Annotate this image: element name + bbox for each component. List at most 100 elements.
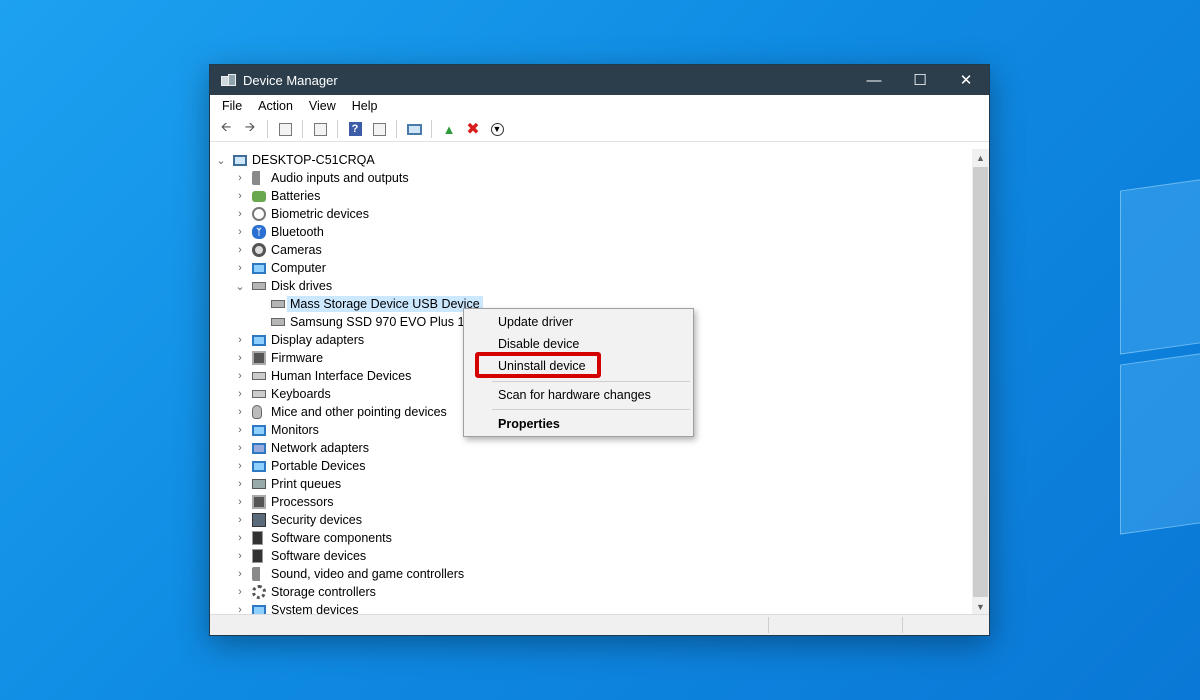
chevron-right-icon[interactable]: › xyxy=(234,568,246,580)
speaker-icon xyxy=(252,567,260,581)
close-button[interactable]: ✕ xyxy=(943,65,989,95)
tree-item[interactable]: › Security devices xyxy=(210,511,971,529)
tree-item[interactable]: › System devices xyxy=(210,601,971,615)
chevron-right-icon[interactable]: › xyxy=(234,442,246,454)
action-view-icon[interactable] xyxy=(369,119,389,139)
scroll-thumb[interactable] xyxy=(973,167,988,597)
chevron-right-icon[interactable]: › xyxy=(234,496,246,508)
tree-item[interactable]: › Software devices xyxy=(210,547,971,565)
chevron-right-icon[interactable]: › xyxy=(234,172,246,184)
tree-item-label: Sound, video and game controllers xyxy=(271,567,465,581)
maximize-button[interactable]: ☐ xyxy=(897,65,943,95)
update-driver-icon[interactable]: ▼ xyxy=(487,119,507,139)
tree-item[interactable]: › Processors xyxy=(210,493,971,511)
forward-arrow-icon[interactable]: 🡪 xyxy=(240,119,260,139)
chevron-right-icon[interactable]: › xyxy=(234,388,246,400)
tree-item[interactable]: › Cameras xyxy=(210,241,971,259)
chevron-right-icon[interactable]: › xyxy=(234,190,246,202)
chevron-right-icon[interactable]: › xyxy=(234,424,246,436)
tree-item-label: Print queues xyxy=(271,477,342,491)
context-menu-properties[interactable]: Properties xyxy=(498,414,560,434)
chevron-right-icon[interactable]: › xyxy=(234,550,246,562)
scan-hardware-icon[interactable] xyxy=(404,119,424,139)
scroll-down-icon[interactable]: ▼ xyxy=(972,598,989,615)
tree-item[interactable]: › Network adapters xyxy=(210,439,971,457)
chevron-right-icon[interactable]: › xyxy=(234,334,246,346)
chevron-down-icon[interactable]: ⌄ xyxy=(234,280,246,293)
hid-icon xyxy=(252,372,266,380)
chevron-right-icon[interactable]: › xyxy=(234,460,246,472)
title-bar[interactable]: Device Manager — ☐ ✕ xyxy=(210,65,989,95)
tree-item-disk-drives[interactable]: ⌄ Disk drives xyxy=(210,277,971,295)
chevron-right-icon[interactable]: › xyxy=(234,478,246,490)
chevron-right-icon[interactable]: › xyxy=(234,244,246,256)
camera-icon xyxy=(252,243,266,257)
context-menu-disable-device[interactable]: Disable device xyxy=(498,334,579,354)
tree-item-label: Display adapters xyxy=(271,333,365,347)
speaker-icon xyxy=(252,171,260,185)
vertical-scrollbar[interactable]: ▲ ▼ xyxy=(972,149,989,615)
software-component-icon xyxy=(252,531,263,545)
properties-icon[interactable] xyxy=(310,119,330,139)
tree-item[interactable]: › Storage controllers xyxy=(210,583,971,601)
chevron-right-icon[interactable]: › xyxy=(234,226,246,238)
window-title: Device Manager xyxy=(243,72,338,88)
security-icon xyxy=(252,513,266,527)
toolbar-separator xyxy=(267,120,268,138)
monitor-icon xyxy=(252,424,266,436)
tree-item[interactable]: › Biometric devices xyxy=(210,205,971,223)
context-menu-scan-hardware[interactable]: Scan for hardware changes xyxy=(498,385,651,405)
context-menu-separator xyxy=(492,409,690,410)
chevron-right-icon[interactable]: › xyxy=(234,208,246,220)
monitor-icon xyxy=(252,262,266,274)
menu-view[interactable]: View xyxy=(301,99,344,113)
storage-controller-icon xyxy=(252,585,266,599)
menu-file[interactable]: File xyxy=(214,99,250,113)
tree-item-label: Keyboards xyxy=(271,387,331,401)
printer-icon xyxy=(252,479,266,489)
chevron-right-icon[interactable]: › xyxy=(234,352,246,364)
chevron-right-icon[interactable]: › xyxy=(234,262,246,274)
status-pane xyxy=(902,617,903,633)
tree-item[interactable]: › Computer xyxy=(210,259,971,277)
tree-item[interactable]: › Sound, video and game controllers xyxy=(210,565,971,583)
menu-action[interactable]: Action xyxy=(250,99,301,113)
add-driver-icon[interactable]: ▲ xyxy=(439,119,459,139)
tree-item-label: Security devices xyxy=(271,513,363,527)
help-icon[interactable]: ? xyxy=(345,119,365,139)
tree-item[interactable]: › Audio inputs and outputs xyxy=(210,169,971,187)
tree-item-label: Monitors xyxy=(271,423,319,437)
tree-item[interactable]: › Batteries xyxy=(210,187,971,205)
minimize-button[interactable]: — xyxy=(851,65,897,95)
chevron-right-icon[interactable]: › xyxy=(234,532,246,544)
tree-item-label: Mice and other pointing devices xyxy=(271,405,447,419)
portable-device-icon xyxy=(252,460,266,472)
menu-help[interactable]: Help xyxy=(344,99,386,113)
back-arrow-icon[interactable]: 🡨 xyxy=(216,119,236,139)
disk-icon xyxy=(271,318,285,326)
chevron-right-icon[interactable]: › xyxy=(234,514,246,526)
context-menu-update-driver[interactable]: Update driver xyxy=(498,312,573,332)
tree-item-label: Portable Devices xyxy=(271,459,366,473)
show-hide-tree-icon[interactable] xyxy=(275,119,295,139)
chevron-right-icon[interactable]: › xyxy=(234,406,246,418)
bluetooth-icon: ᛉ xyxy=(252,225,266,239)
software-device-icon xyxy=(252,549,263,563)
tree-item-label: Bluetooth xyxy=(271,225,324,239)
chevron-right-icon[interactable]: › xyxy=(234,586,246,598)
tree-root[interactable]: ⌄ DESKTOP-C51CRQA xyxy=(210,151,971,169)
uninstall-highlight-box xyxy=(475,352,601,378)
tree-item[interactable]: › Software components xyxy=(210,529,971,547)
computer-icon xyxy=(233,154,247,166)
toolbar-separator xyxy=(302,120,303,138)
chevron-down-icon[interactable]: ⌄ xyxy=(215,154,227,167)
chevron-right-icon[interactable]: › xyxy=(234,370,246,382)
tree-child-label: Samsung SSD 970 EVO Plus 1TB xyxy=(290,315,481,329)
tree-item[interactable]: › Print queues xyxy=(210,475,971,493)
context-menu-separator xyxy=(492,381,690,382)
tree-item[interactable]: › ᛉ Bluetooth xyxy=(210,223,971,241)
tree-item[interactable]: › Portable Devices xyxy=(210,457,971,475)
uninstall-icon[interactable]: ✖ xyxy=(463,119,483,139)
scroll-up-icon[interactable]: ▲ xyxy=(972,149,989,166)
windows-logo-pane-top xyxy=(1120,173,1200,355)
